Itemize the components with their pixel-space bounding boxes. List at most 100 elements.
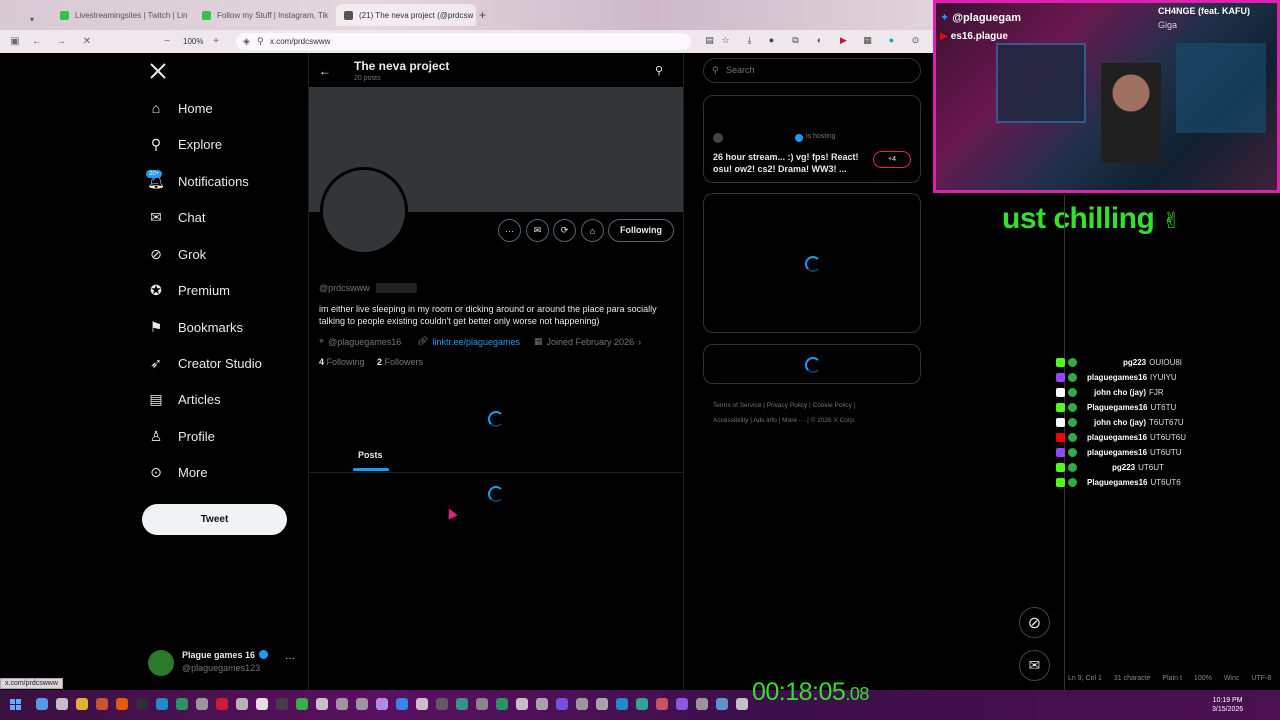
search-input[interactable]: ⚲ Search (703, 58, 921, 83)
live-stream-card[interactable]: is hosting 26 hour stream... :) vg! fps!… (703, 95, 921, 183)
message-button[interactable]: ✉ (526, 219, 549, 242)
taskbar-app-icon[interactable] (556, 698, 568, 710)
nav-item-home[interactable]: ⌂ Home (148, 96, 213, 120)
nav-item-profile[interactable]: ♙ Profile (148, 424, 215, 448)
footer-link[interactable]: Accessibility (713, 417, 748, 424)
taskbar-app-icon[interactable] (136, 698, 148, 710)
nav-item-premium[interactable]: ✪ Premium (148, 278, 230, 302)
bookmark-star-icon[interactable]: ☆ (720, 35, 731, 46)
zoom-out-button[interactable]: − (158, 36, 176, 47)
taskbar-app-icon[interactable] (696, 698, 708, 710)
stop-icon[interactable]: ✕ (78, 36, 96, 47)
taskbar-app-icon[interactable] (356, 698, 368, 710)
start-button[interactable] (10, 699, 21, 710)
reader-icon[interactable]: ▤ (704, 35, 715, 46)
taskbar-app-icon[interactable] (576, 698, 588, 710)
nav-item-articles[interactable]: ▤ Articles (148, 387, 220, 411)
taskbar-app-icon[interactable] (456, 698, 468, 710)
footer-link[interactable]: Privacy Policy (767, 402, 807, 409)
nav-item-chat[interactable]: ✉ Chat (148, 205, 205, 229)
taskbar-app-icon[interactable] (516, 698, 528, 710)
nav-item-creator-studio[interactable]: ➶ Creator Studio (148, 351, 262, 375)
taskbar-app-icon[interactable] (156, 698, 168, 710)
profile-avatar[interactable] (320, 167, 408, 255)
taskbar-app-icon[interactable] (56, 698, 68, 710)
grok-fab-button[interactable]: ⊘ (1019, 607, 1050, 638)
extension-icon[interactable]: ◐ (814, 35, 825, 46)
nav-item-explore[interactable]: ⚲ Explore (148, 132, 222, 156)
taskbar-app-icon[interactable] (476, 698, 488, 710)
footer-link[interactable]: Terms of Service (713, 402, 761, 409)
browser-tab-1[interactable]: Livestreamingsites | Twitch | Lin (52, 4, 194, 26)
taskbar-app-icon[interactable] (616, 698, 628, 710)
account-switcher[interactable]: Plague games 16 @plaguegames123 ··· (148, 648, 298, 678)
zoom-in-button[interactable]: + (207, 36, 225, 47)
page-info-icon[interactable]: ⚲ (257, 33, 264, 50)
nav-item-grok[interactable]: ⊘ Grok (148, 242, 206, 266)
url-field[interactable]: ◈ ⚲ x.com/prdcswww (236, 33, 691, 50)
taskbar-app-icon[interactable] (296, 698, 308, 710)
taskbar-app-icon[interactable] (216, 698, 228, 710)
screenshot-icon[interactable]: ⊙ (910, 35, 921, 46)
taskbar-app-icon[interactable] (36, 698, 48, 710)
taskbar-app-icon[interactable] (636, 698, 648, 710)
live-plus-badge[interactable]: +4 (873, 151, 911, 168)
back-icon[interactable]: ← (28, 36, 46, 47)
taskbar-app-icon[interactable] (396, 698, 408, 710)
nav-item-bookmarks[interactable]: ⚑ Bookmarks (148, 315, 243, 339)
extension-icon[interactable]: ▶ (838, 35, 849, 46)
tab-actions-icon[interactable]: ▾ (30, 8, 42, 30)
account-icon[interactable]: ● (766, 35, 777, 46)
extension-icon[interactable]: ⧉ (790, 35, 801, 46)
taskbar-app-icon[interactable] (196, 698, 208, 710)
taskbar-app-icon[interactable] (176, 698, 188, 710)
profile-link[interactable]: 🔗︎ linktr.ee/plaguegames (417, 336, 520, 347)
footer-link[interactable]: More ··· (782, 417, 805, 424)
taskbar-app-icon[interactable] (656, 698, 668, 710)
browser-tab-2[interactable]: Follow my Stuff | Instagram, Tik (194, 4, 336, 26)
taskbar-app-icon[interactable] (116, 698, 128, 710)
taskbar-app-icon[interactable] (76, 698, 88, 710)
tab-posts[interactable]: Posts (358, 450, 383, 460)
back-arrow-icon[interactable]: ← (319, 64, 331, 78)
taskbar-app-icon[interactable] (496, 698, 508, 710)
taskbar-app-icon[interactable] (236, 698, 248, 710)
following-count-link[interactable]: 4 Following (319, 357, 365, 367)
taskbar-app-icon[interactable] (416, 698, 428, 710)
system-clock[interactable]: 10:19 PM 3/15/2026 (1212, 696, 1243, 714)
search-icon[interactable]: ⚲ (655, 64, 663, 77)
footer-link[interactable]: Cookie Policy (813, 402, 852, 409)
taskbar-app-icon[interactable] (716, 698, 728, 710)
download-icon[interactable]: ⤓ (744, 35, 755, 46)
browser-tab-3[interactable]: (21) The neva project (@prdcsw (336, 4, 476, 26)
following-button[interactable]: Following (608, 219, 674, 242)
taskbar-app-icon[interactable] (336, 698, 348, 710)
nav-item-more[interactable]: ⊙ More (148, 460, 208, 484)
notify-button[interactable]: ⌂ (581, 219, 604, 242)
taskbar-app-icon[interactable] (676, 698, 688, 710)
extension-icon[interactable]: ▦ (862, 35, 873, 46)
x-logo-icon[interactable] (150, 63, 166, 79)
taskbar-app-icon[interactable] (376, 698, 388, 710)
extension-icon[interactable]: ● (886, 35, 897, 46)
messages-fab-button[interactable]: ✉ (1019, 650, 1050, 681)
forward-icon[interactable]: → (52, 36, 70, 47)
taskbar-app-icon[interactable] (316, 698, 328, 710)
taskbar-app-icon[interactable] (436, 698, 448, 710)
taskbar-app-icon[interactable] (276, 698, 288, 710)
nav-item-notifications[interactable]: 🔔︎ Notifications (147, 169, 249, 193)
grok-button[interactable]: ⟳ (553, 219, 576, 242)
taskbar-app-icon[interactable] (256, 698, 268, 710)
sidebar-toggle-icon[interactable]: ▣ (6, 36, 24, 47)
new-tab-button[interactable]: + (479, 8, 486, 22)
followers-count-link[interactable]: 2 Followers (377, 357, 423, 367)
more-dots-icon[interactable]: ··· (285, 653, 295, 664)
more-options-button[interactable]: ··· (498, 219, 521, 242)
taskbar-app-icon[interactable] (596, 698, 608, 710)
taskbar-app-icon[interactable] (536, 698, 548, 710)
taskbar-app-icon[interactable] (96, 698, 108, 710)
taskbar-app-icon[interactable] (736, 698, 748, 710)
tweet-button[interactable]: Tweet (142, 504, 287, 535)
footer-link[interactable]: Ads info (753, 417, 777, 424)
link-text[interactable]: linktr.ee/plaguegames (432, 337, 520, 347)
